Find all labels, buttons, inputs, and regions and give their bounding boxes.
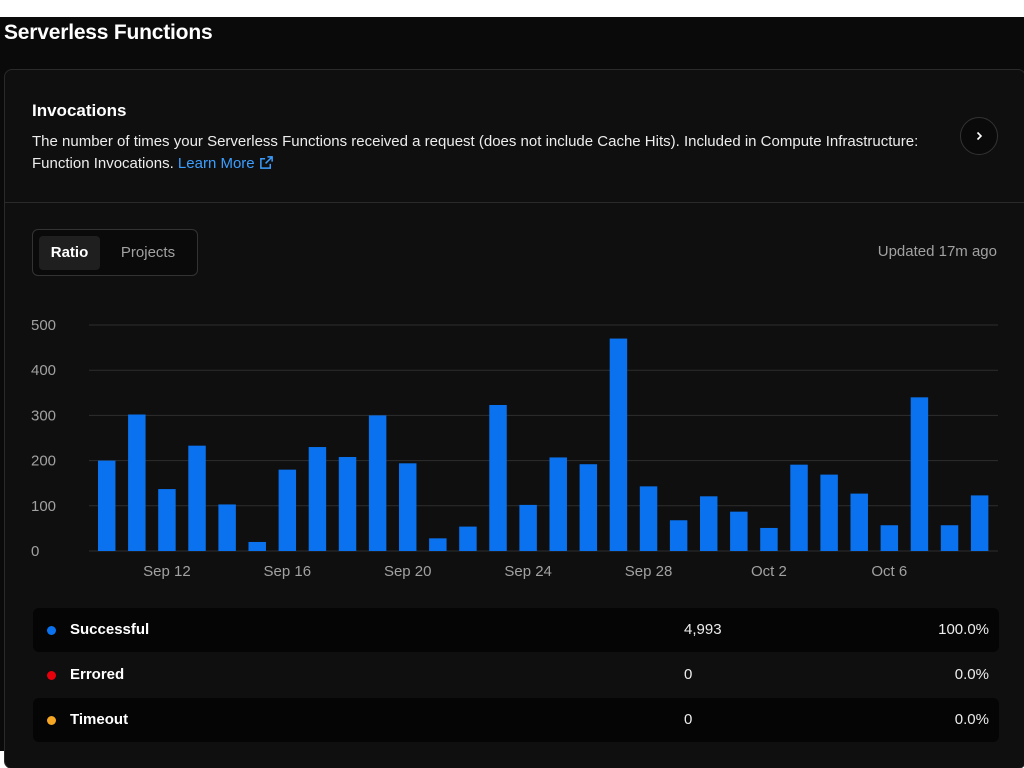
bar-oct-2[interactable]: [760, 527, 778, 551]
x-tick-label: Sep 16: [264, 563, 312, 580]
bar-sep-29[interactable]: [669, 520, 688, 551]
legend-row-errored[interactable]: Errored 0 0.0%: [33, 653, 999, 697]
y-tick-label: 0: [31, 543, 39, 560]
bar-sep-21[interactable]: [429, 538, 447, 551]
bar-sep-16[interactable]: [278, 469, 297, 551]
y-tick-label: 300: [31, 407, 56, 424]
x-tick-label: Sep 12: [143, 563, 191, 580]
legend-name: Timeout: [70, 711, 129, 728]
successful-dot-icon: [47, 626, 56, 635]
legend-row-successful[interactable]: Successful 4,993 100.0%: [33, 608, 999, 652]
page-title: Serverless Functions: [4, 21, 213, 44]
y-tick-label: 200: [31, 453, 56, 470]
bar-sep-10[interactable]: [98, 460, 116, 551]
bar-oct-3[interactable]: [790, 464, 808, 551]
legend-count: 0: [684, 711, 693, 728]
bar-sep-18[interactable]: [338, 456, 357, 551]
bar-oct-6[interactable]: [880, 525, 899, 551]
legend-count: 4,993: [684, 621, 722, 638]
bar-sep-28[interactable]: [639, 486, 658, 551]
invocations-chart: 0 100 200 300 400 500 Sep 12 Sep 16 Sep 20 Sep 24…: [31, 317, 998, 580]
legend-percent: 0.0%: [954, 666, 989, 683]
legend-name: Errored: [70, 666, 125, 683]
legend-row-timeout[interactable]: Timeout 0 0.0%: [33, 698, 999, 742]
bar-sep-15[interactable]: [248, 541, 266, 551]
bar-sep-23[interactable]: [489, 405, 507, 551]
bar-oct-1[interactable]: [730, 511, 748, 551]
bar-sep-22[interactable]: [459, 526, 477, 551]
x-tick-label: Oct 6: [871, 563, 907, 580]
bar-sep-14[interactable]: [218, 504, 236, 551]
bar-oct-4[interactable]: [820, 474, 838, 551]
app-frame: Serverless Functions Invocations The num…: [0, 17, 1024, 768]
x-tick-label: Oct 2: [751, 563, 787, 580]
x-tick-label: Sep 20: [384, 563, 432, 580]
bar-sep-19[interactable]: [368, 415, 387, 551]
x-tick-label: Sep 24: [504, 563, 552, 580]
bar-oct-8[interactable]: [940, 525, 959, 551]
bar-sep-13[interactable]: [188, 445, 206, 551]
bar-sep-30[interactable]: [700, 496, 718, 551]
y-tick-label: 400: [31, 362, 56, 379]
legend-count: 0: [684, 666, 693, 683]
legend-percent: 100.0%: [938, 621, 989, 638]
bar-sep-20[interactable]: [399, 463, 417, 551]
timeout-dot-icon: [47, 716, 56, 725]
bar-sep-17[interactable]: [308, 447, 327, 551]
x-tick-label: Sep 28: [625, 563, 673, 580]
errored-dot-icon: [47, 671, 56, 680]
bar-sep-25[interactable]: [549, 457, 567, 551]
bar-oct-9[interactable]: [970, 495, 989, 551]
y-tick-label: 100: [31, 498, 56, 515]
bar-sep-24[interactable]: [519, 504, 537, 551]
bar-sep-12[interactable]: [158, 489, 176, 551]
bar-sep-11[interactable]: [128, 414, 146, 551]
bar-sep-26[interactable]: [579, 464, 598, 551]
legend-percent: 0.0%: [954, 711, 989, 728]
y-tick-label: 500: [31, 317, 56, 334]
bar-sep-27[interactable]: [609, 338, 628, 551]
bar-oct-5[interactable]: [850, 493, 868, 551]
legend-name: Successful: [70, 621, 150, 638]
invocations-card: Invocations The number of times your Ser…: [4, 69, 1024, 768]
bar-oct-7[interactable]: [910, 397, 929, 551]
